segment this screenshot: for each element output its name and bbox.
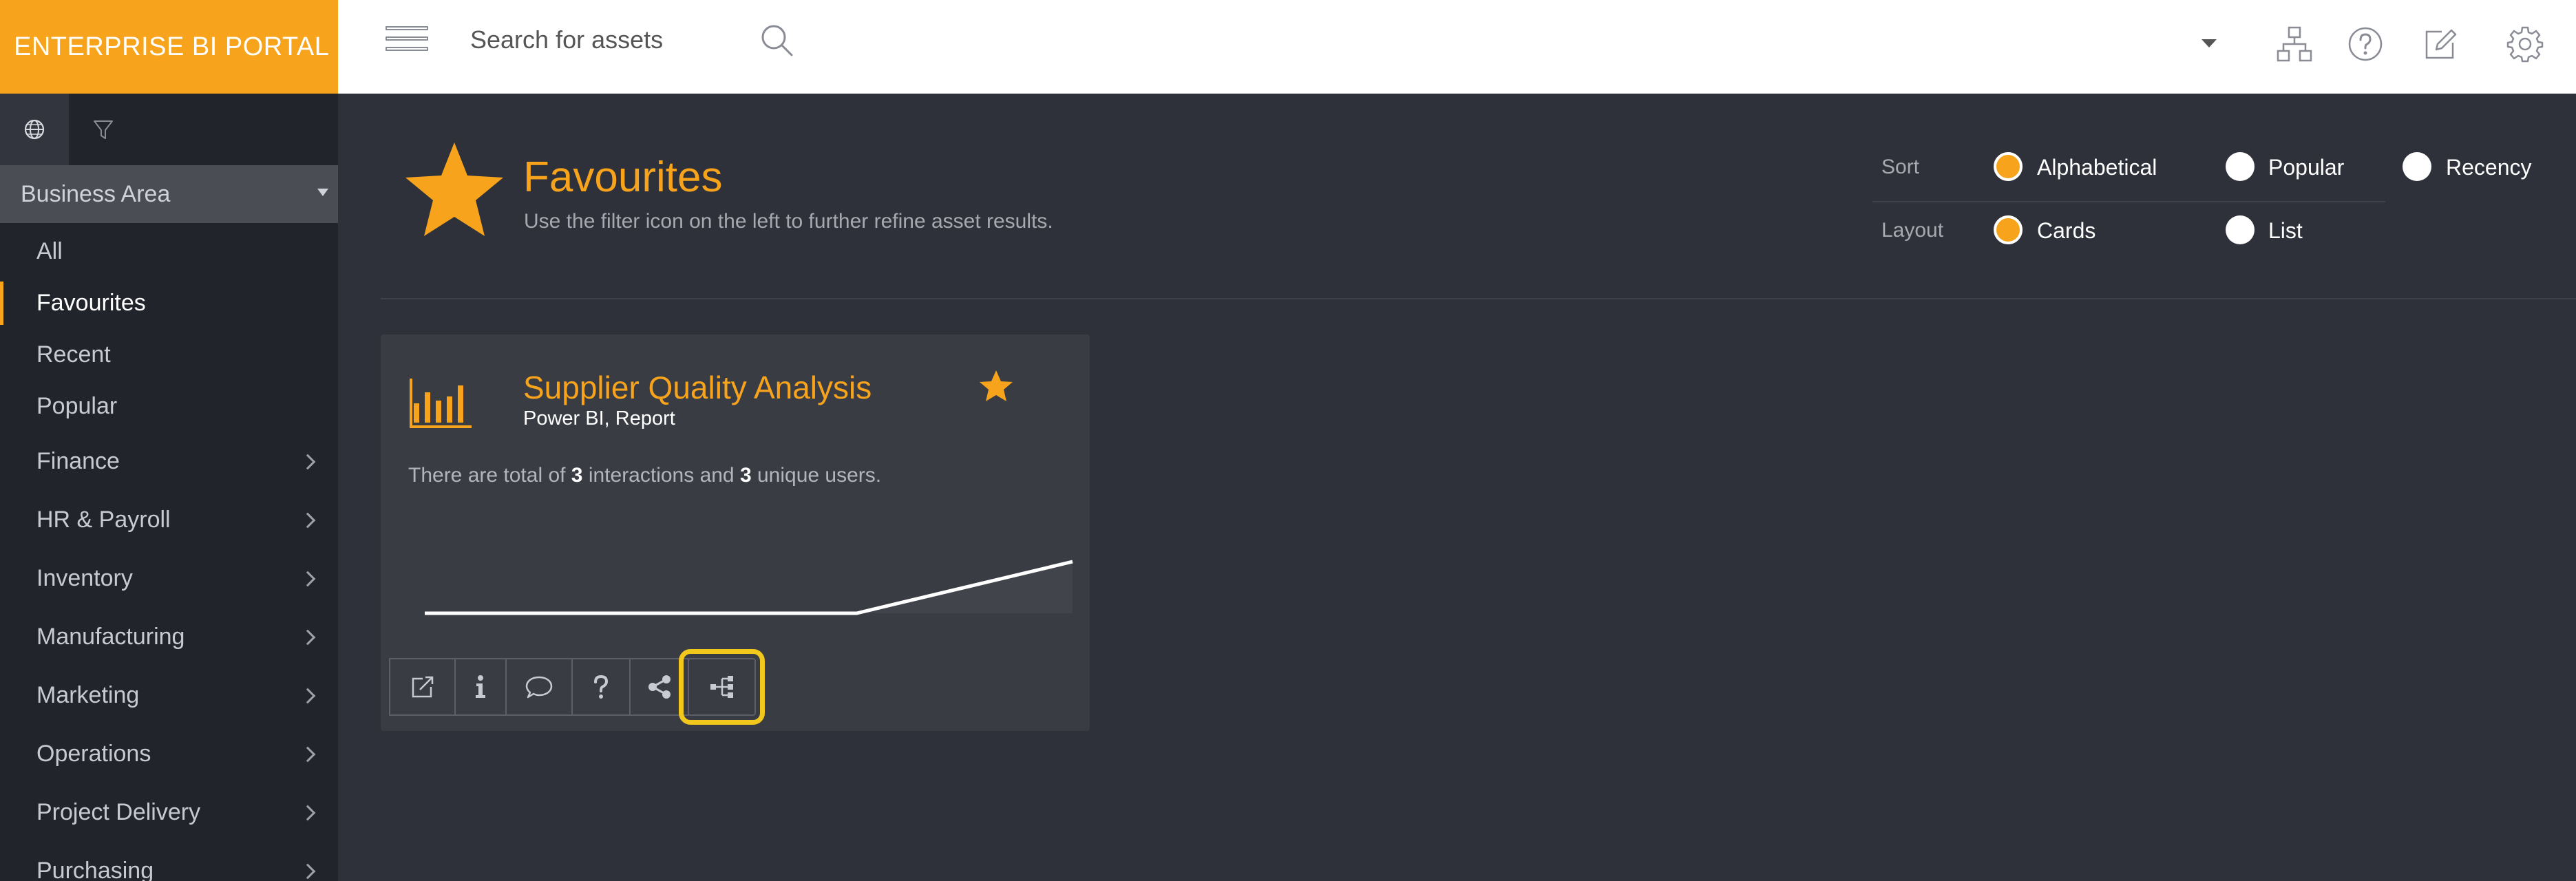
lineage-icon xyxy=(710,676,733,698)
app-title[interactable]: ENTERPRISE BI PORTAL xyxy=(0,0,338,94)
stats-middle: interactions and xyxy=(582,464,740,487)
chevron-right-icon xyxy=(299,571,316,586)
main-divider xyxy=(381,298,2576,299)
sidebar: Business Area All Favourites Recent Popu… xyxy=(0,94,338,881)
favourites-star-icon xyxy=(405,142,503,236)
chevron-right-icon xyxy=(299,863,316,879)
sidebar-item-label: Inventory xyxy=(36,565,133,591)
share-button[interactable] xyxy=(629,658,689,716)
external-link-icon xyxy=(412,676,433,698)
search-icon[interactable] xyxy=(757,21,796,59)
layout-cards-radio[interactable] xyxy=(1994,215,2023,244)
card-subtitle: Power BI, Report xyxy=(523,407,675,429)
sort-popular-label[interactable]: Popular xyxy=(2268,155,2344,180)
tab-globe[interactable] xyxy=(0,94,69,165)
sidebar-nav: All Favourites Recent Popular Finance HR… xyxy=(0,223,338,881)
sort-alphabetical-radio[interactable] xyxy=(1994,152,2023,181)
chevron-right-icon xyxy=(299,805,316,820)
asset-card[interactable]: Supplier Quality Analysis Power BI, Repo… xyxy=(381,335,1090,731)
comment-button[interactable] xyxy=(505,658,573,716)
sidebar-item-label: Marketing xyxy=(36,682,140,708)
edit-icon[interactable] xyxy=(2421,25,2460,63)
globe-icon xyxy=(24,119,45,140)
layout-label: Layout xyxy=(1881,219,1944,242)
favourite-star-icon[interactable] xyxy=(978,369,1014,403)
card-stats: There are total of 3 interactions and 3 … xyxy=(408,464,881,487)
sidebar-item-label: Finance xyxy=(36,448,120,474)
sidebar-item-project-delivery[interactable]: Project Delivery xyxy=(0,783,338,842)
help-icon[interactable] xyxy=(2346,25,2385,63)
sidebar-item-label: Project Delivery xyxy=(36,799,201,825)
tab-filter[interactable] xyxy=(69,94,138,165)
sidebar-item-favourites[interactable]: Favourites xyxy=(0,277,338,329)
menu-icon[interactable] xyxy=(386,26,428,56)
chevron-right-icon xyxy=(299,454,316,469)
sidebar-item-operations[interactable]: Operations xyxy=(0,725,338,783)
page-title: Favourites xyxy=(523,153,723,201)
chevron-right-icon xyxy=(299,688,316,703)
comment-icon xyxy=(525,676,553,699)
sidebar-tabs xyxy=(0,94,338,165)
chevron-right-icon xyxy=(299,629,316,645)
settings-icon[interactable] xyxy=(2506,25,2544,63)
info-icon xyxy=(476,675,485,698)
filter-icon xyxy=(94,120,113,139)
business-area-select[interactable]: Business Area xyxy=(0,165,338,223)
question-icon xyxy=(594,675,609,699)
sidebar-item-finance[interactable]: Finance xyxy=(0,432,338,491)
sidebar-item-hr-payroll[interactable]: HR & Payroll xyxy=(0,491,338,549)
dropdown-caret-icon[interactable] xyxy=(2202,39,2217,47)
sidebar-item-manufacturing[interactable]: Manufacturing xyxy=(0,608,338,666)
help-button[interactable] xyxy=(571,658,631,716)
sort-label: Sort xyxy=(1881,156,1920,178)
sort-recency-radio[interactable] xyxy=(2403,152,2431,181)
card-title[interactable]: Supplier Quality Analysis xyxy=(523,369,872,406)
layout-list-radio[interactable] xyxy=(2226,215,2255,244)
top-bar: ENTERPRISE BI PORTAL xyxy=(0,0,2576,94)
sidebar-item-label: Popular xyxy=(36,393,118,419)
chevron-down-icon xyxy=(317,189,328,196)
sidebar-item-label: Recent xyxy=(36,341,111,368)
sidebar-item-purchasing[interactable]: Purchasing xyxy=(0,842,338,881)
layout-list-label[interactable]: List xyxy=(2268,218,2303,244)
info-button[interactable] xyxy=(454,658,507,716)
sidebar-item-label: HR & Payroll xyxy=(36,507,171,533)
sidebar-item-recent[interactable]: Recent xyxy=(0,329,338,381)
usage-sparkline xyxy=(408,534,1083,630)
sitemap-icon[interactable] xyxy=(2275,25,2314,63)
sidebar-item-label: Purchasing xyxy=(36,858,154,881)
layout-cards-label[interactable]: Cards xyxy=(2037,218,2095,244)
lineage-button[interactable] xyxy=(679,649,765,725)
card-actions xyxy=(389,649,765,725)
sidebar-item-marketing[interactable]: Marketing xyxy=(0,666,338,725)
open-button[interactable] xyxy=(389,658,456,716)
stats-suffix: unique users. xyxy=(751,464,882,487)
sidebar-item-popular[interactable]: Popular xyxy=(0,381,338,432)
sidebar-item-all[interactable]: All xyxy=(0,226,338,277)
sidebar-item-label: All xyxy=(36,238,63,264)
bar-chart-icon xyxy=(410,379,472,428)
share-icon xyxy=(648,675,671,699)
chevron-right-icon xyxy=(299,746,316,762)
search-input[interactable] xyxy=(470,21,732,59)
page-subtitle: Use the filter icon on the left to furth… xyxy=(524,210,1053,233)
stats-prefix: There are total of xyxy=(408,464,571,487)
options-divider xyxy=(1872,201,2385,202)
sidebar-item-label: Manufacturing xyxy=(36,624,185,650)
sidebar-item-inventory[interactable]: Inventory xyxy=(0,549,338,608)
sidebar-item-label: Operations xyxy=(36,741,151,767)
chevron-right-icon xyxy=(299,512,316,528)
sort-popular-radio[interactable] xyxy=(2226,152,2255,181)
interactions-count: 3 xyxy=(571,464,583,487)
sort-recency-label[interactable]: Recency xyxy=(2446,155,2532,180)
business-area-label: Business Area xyxy=(21,180,171,207)
unique-users-count: 3 xyxy=(739,464,752,487)
sidebar-item-label: Favourites xyxy=(36,290,146,316)
sort-alphabetical-label[interactable]: Alphabetical xyxy=(2037,155,2157,180)
